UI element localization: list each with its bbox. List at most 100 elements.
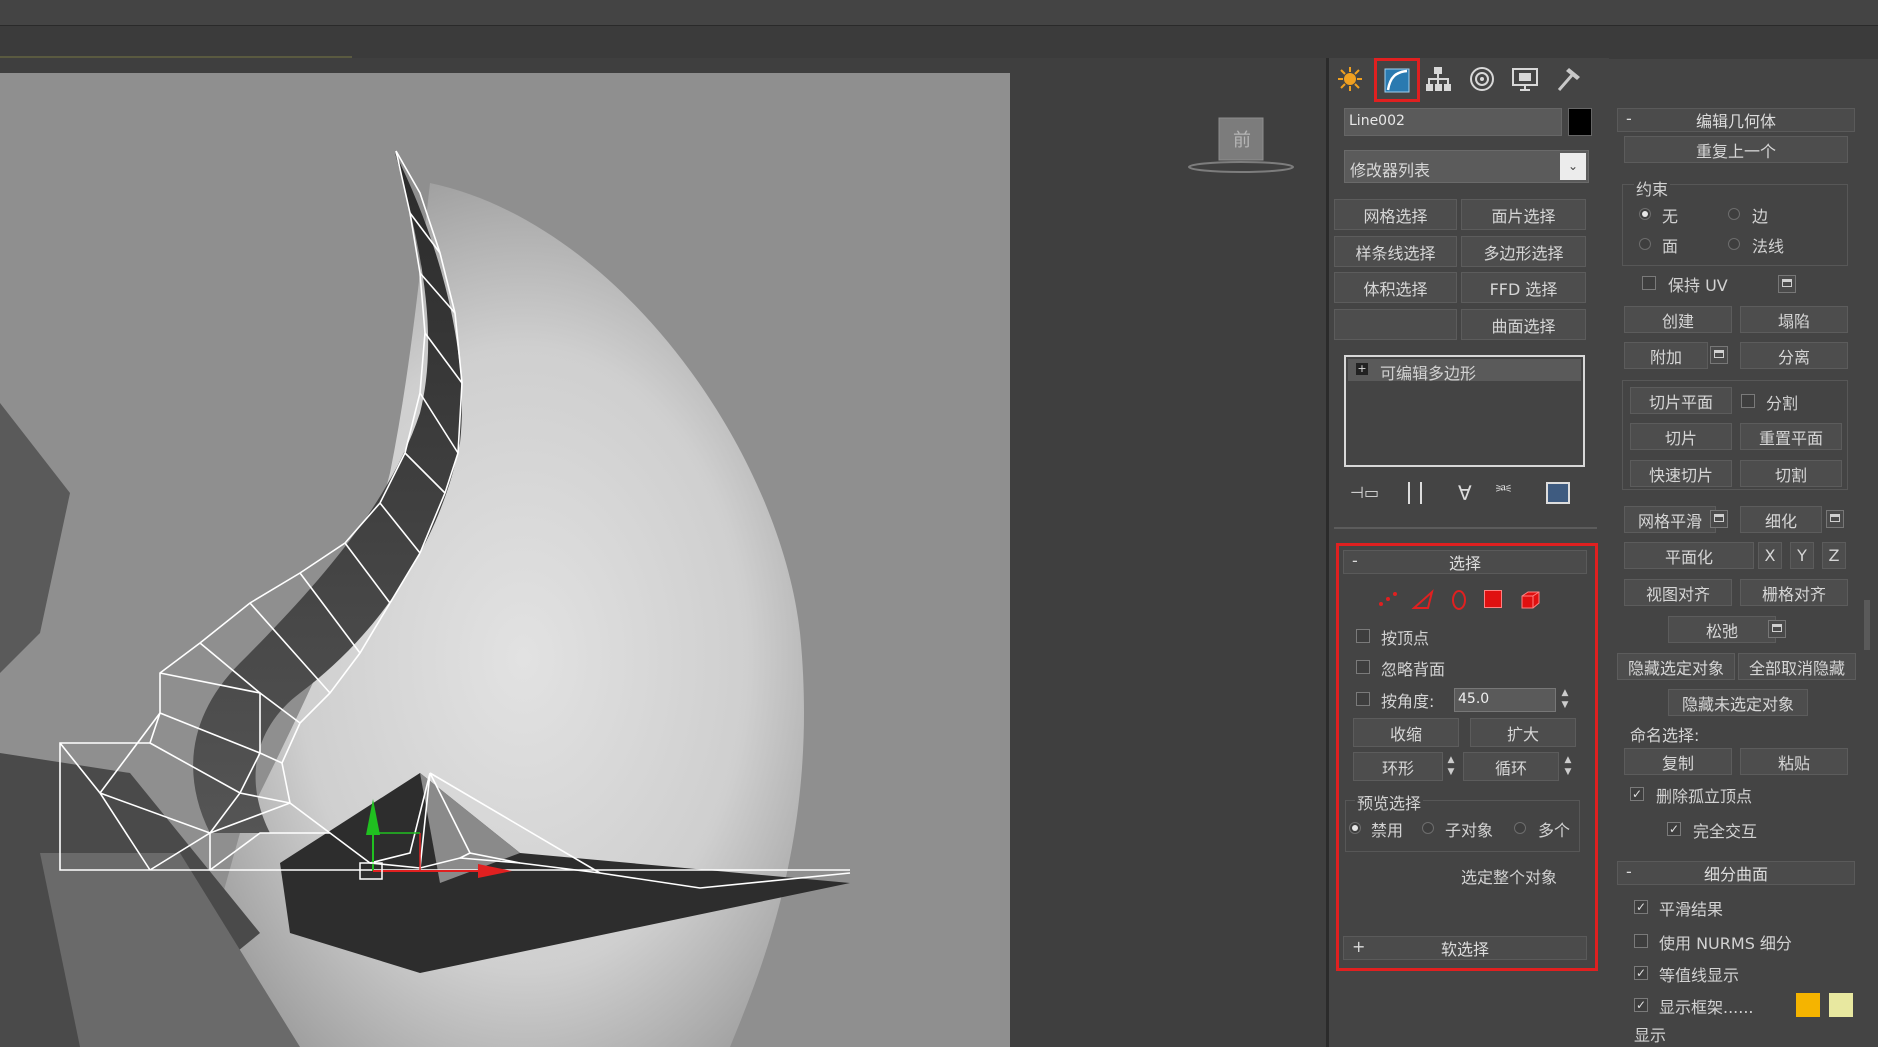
volume-select-button[interactable]: 体积选择	[1334, 272, 1457, 303]
loop-button[interactable]: 循环	[1463, 752, 1559, 781]
angle-input[interactable]: 45.0	[1454, 688, 1556, 712]
poly-select-button[interactable]: 多边形选择	[1461, 236, 1586, 267]
use-nurms-checkbox[interactable]	[1634, 934, 1648, 948]
spline-select-button[interactable]: 样条线选择	[1334, 236, 1457, 267]
soft-selection-rollout-header[interactable]: + 软选择	[1343, 936, 1587, 960]
meshsmooth-settings-icon[interactable]	[1710, 510, 1728, 528]
make-planar-button[interactable]: 平面化	[1624, 542, 1754, 569]
motion-tab[interactable]	[1465, 62, 1499, 96]
isoline-display-checkbox[interactable]: ✓	[1634, 966, 1648, 980]
hide-selected-button[interactable]: 隐藏选定对象	[1617, 653, 1735, 680]
preview-disabled-radio[interactable]	[1349, 822, 1361, 834]
constraint-edge-radio[interactable]	[1728, 208, 1740, 220]
make-unique-icon[interactable]: ∀	[1458, 481, 1482, 505]
slice-button[interactable]: 切片	[1630, 423, 1732, 450]
vertex-mode-icon[interactable]	[1376, 588, 1400, 612]
tessellate-settings-icon[interactable]	[1826, 510, 1844, 528]
planar-z-button[interactable]: Z	[1822, 542, 1846, 569]
angle-spinner[interactable]: ▲ ▼	[1559, 687, 1571, 713]
preserve-uv-checkbox[interactable]	[1642, 276, 1656, 290]
show-end-result-icon[interactable]	[1408, 482, 1422, 504]
display-tab[interactable]	[1508, 62, 1542, 96]
by-vertex-checkbox[interactable]	[1356, 629, 1370, 643]
quickslice-button[interactable]: 快速切片	[1630, 460, 1732, 487]
modifier-stack[interactable]: + 可编辑多边形	[1344, 355, 1585, 467]
utilities-tab[interactable]	[1551, 62, 1585, 96]
planar-x-button[interactable]: X	[1758, 542, 1782, 569]
viewport[interactable]	[0, 73, 1010, 1047]
modify-tab[interactable]	[1374, 58, 1420, 102]
split-checkbox[interactable]	[1741, 394, 1755, 408]
full-interactivity-checkbox[interactable]: ✓	[1667, 822, 1681, 836]
cut-button[interactable]: 切割	[1740, 460, 1842, 487]
relax-button[interactable]: 松弛	[1668, 616, 1776, 643]
shrink-button[interactable]: 收缩	[1353, 718, 1459, 747]
unhide-all-button[interactable]: 全部取消隐藏	[1738, 653, 1856, 680]
element-mode-icon[interactable]	[1518, 588, 1542, 612]
slice-plane-button[interactable]: 切片平面	[1630, 387, 1732, 414]
selection-rollout-header[interactable]: - 选择	[1343, 550, 1587, 574]
cage-color-swatch-1[interactable]	[1796, 993, 1820, 1017]
preview-multi-radio[interactable]	[1514, 822, 1526, 834]
object-name-field[interactable]: Line002	[1344, 108, 1562, 136]
preserve-uv-settings-icon[interactable]	[1778, 275, 1796, 293]
view-cube-label: 前	[1233, 130, 1251, 151]
hierarchy-tab[interactable]	[1421, 62, 1455, 96]
relax-settings-icon[interactable]	[1768, 620, 1786, 638]
viewport-scene	[0, 73, 1010, 1047]
view-cube[interactable]: 前	[1185, 112, 1297, 174]
edit-geometry-header[interactable]: - 编辑几何体	[1617, 108, 1855, 132]
by-angle-checkbox[interactable]	[1356, 692, 1370, 706]
create-button[interactable]: 创建	[1624, 306, 1732, 333]
loop-spinner[interactable]: ▲ ▼	[1562, 754, 1574, 780]
constraint-normal-radio[interactable]	[1728, 238, 1740, 250]
preview-subobject-radio[interactable]	[1422, 822, 1434, 834]
edge-mode-icon[interactable]	[1411, 588, 1435, 612]
polygon-mode-icon[interactable]	[1484, 590, 1502, 608]
object-color-swatch[interactable]	[1568, 108, 1592, 136]
ring-spinner[interactable]: ▲ ▼	[1445, 754, 1457, 780]
empty-select-button[interactable]	[1334, 309, 1457, 340]
cage-color-swatch-2[interactable]	[1829, 993, 1853, 1017]
detach-button[interactable]: 分离	[1740, 342, 1848, 369]
attach-button[interactable]: 附加	[1624, 342, 1708, 369]
collapse-button[interactable]: 塌陷	[1740, 306, 1848, 333]
surface-select-button[interactable]: 曲面选择	[1461, 309, 1586, 340]
preview-selection-label: 预览选择	[1355, 790, 1424, 814]
patch-select-button[interactable]: 面片选择	[1461, 199, 1586, 230]
expand-plus-icon[interactable]: +	[1356, 363, 1368, 375]
select-whole-object-label[interactable]: 选定整个对象	[1461, 864, 1557, 888]
view-align-button[interactable]: 视图对齐	[1624, 579, 1732, 606]
stack-item[interactable]: + 可编辑多边形	[1348, 359, 1581, 383]
remove-modifier-icon[interactable]: ⎃	[1496, 481, 1518, 505]
grid-align-button[interactable]: 栅格对齐	[1740, 579, 1848, 606]
constraint-none-radio[interactable]	[1639, 208, 1651, 220]
pin-stack-icon[interactable]: ⊣▭	[1350, 483, 1379, 503]
hide-unselected-button[interactable]: 隐藏未选定对象	[1668, 689, 1808, 716]
create-tab[interactable]	[1333, 62, 1367, 96]
smooth-result-checkbox[interactable]: ✓	[1634, 900, 1648, 914]
repeat-last-button[interactable]: 重复上一个	[1624, 136, 1848, 163]
delete-isolated-checkbox[interactable]: ✓	[1630, 787, 1644, 801]
ring-button[interactable]: 环形	[1353, 752, 1443, 781]
meshsmooth-button[interactable]: 网格平滑	[1624, 506, 1716, 533]
modifier-list-dropdown[interactable]: 修改器列表 ⌄	[1344, 150, 1589, 183]
tessellate-button[interactable]: 细化	[1740, 506, 1822, 533]
constraint-face-radio[interactable]	[1639, 238, 1651, 250]
paste-button[interactable]: 粘贴	[1740, 748, 1848, 775]
panel-scrollbar[interactable]	[1864, 600, 1870, 650]
configure-modifier-sets-icon[interactable]	[1546, 482, 1570, 504]
show-cage-checkbox[interactable]: ✓	[1634, 998, 1648, 1012]
copy-button[interactable]: 复制	[1624, 748, 1732, 775]
attach-settings-icon[interactable]	[1710, 346, 1728, 364]
reset-plane-button[interactable]: 重置平面	[1740, 423, 1842, 450]
border-mode-icon[interactable]	[1447, 588, 1471, 612]
ignore-backfacing-checkbox[interactable]	[1356, 660, 1370, 674]
grow-button[interactable]: 扩大	[1470, 718, 1576, 747]
ffd-select-button[interactable]: FFD 选择	[1461, 272, 1586, 303]
mesh-select-button[interactable]: 网格选择	[1334, 199, 1457, 230]
viewport-tab-indicator	[0, 56, 352, 58]
planar-y-button[interactable]: Y	[1790, 542, 1814, 569]
subdivision-surface-header[interactable]: - 细分曲面	[1617, 861, 1855, 885]
display-monitor-icon	[1512, 68, 1538, 91]
